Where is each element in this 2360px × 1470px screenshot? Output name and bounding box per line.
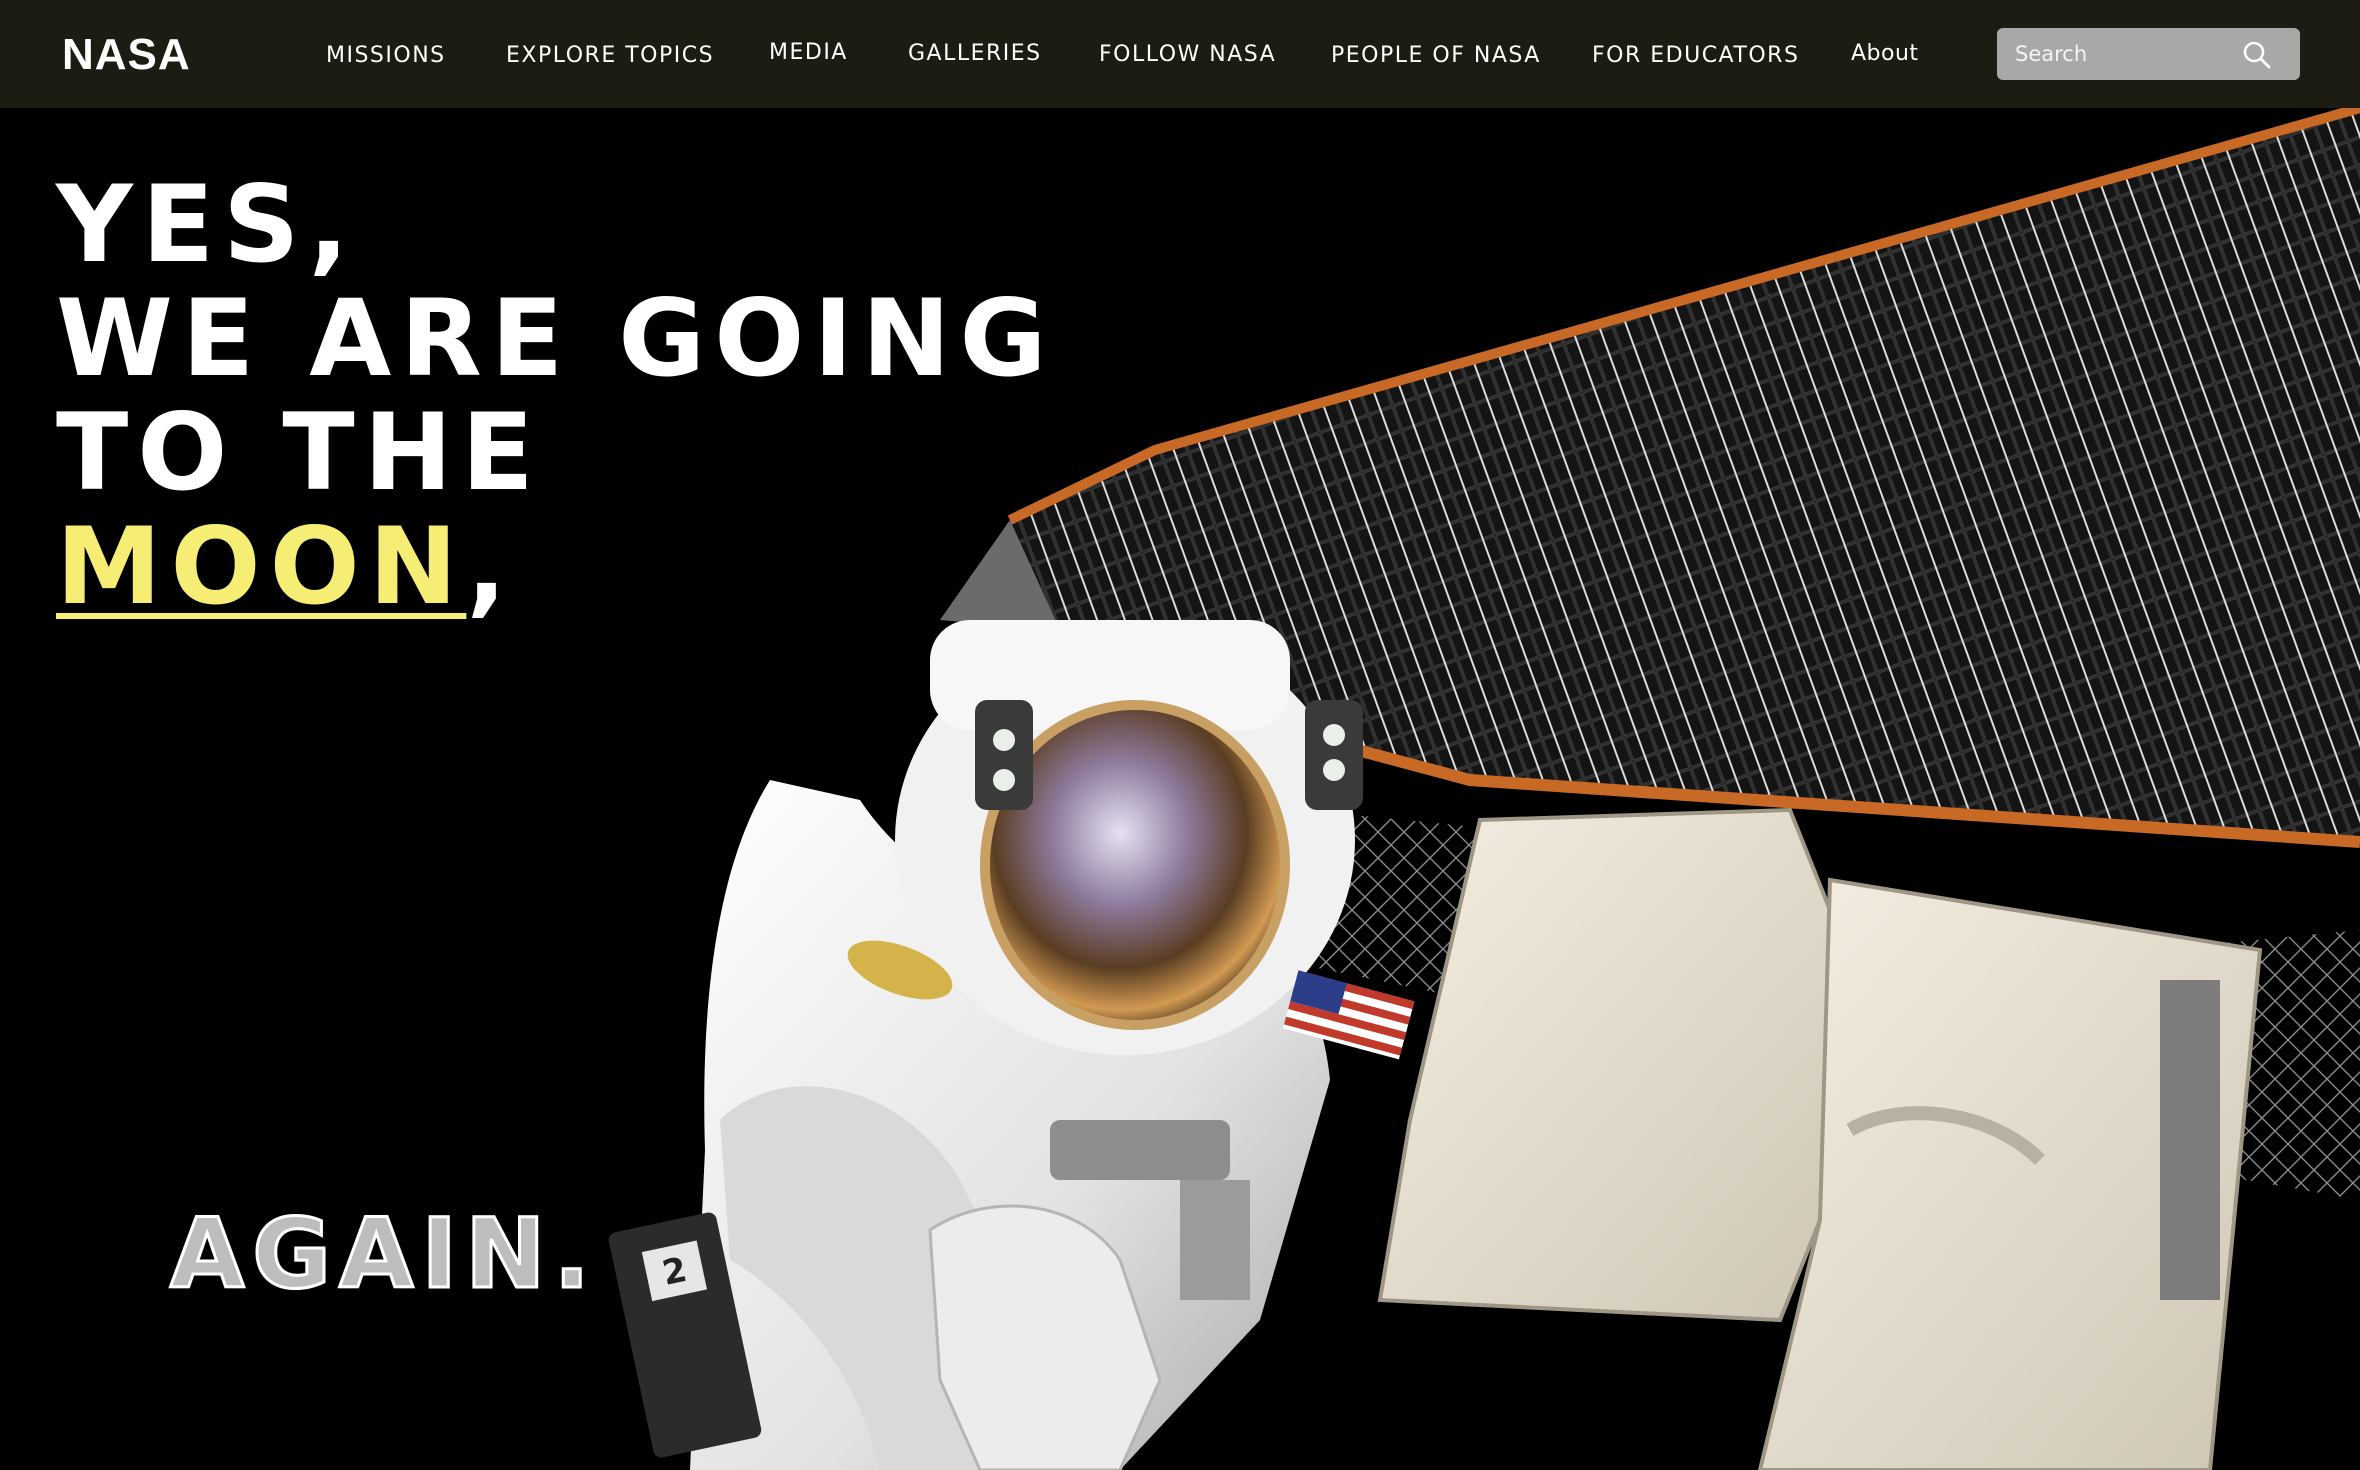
headline-line-yes: YES, (56, 163, 358, 286)
nav-people-of-nasa[interactable]: PEOPLE OF NASA (1331, 41, 1541, 71)
nav-follow-nasa[interactable]: FOLLOW NASA (1099, 40, 1276, 70)
nav-about[interactable]: About (1851, 39, 1919, 69)
nav-explore-topics[interactable]: EXPLORE TOPICS (506, 41, 714, 71)
nav-galleries[interactable]: GALLERIES (908, 39, 1042, 69)
nasa-logo[interactable]: NASA (62, 28, 191, 82)
search-input[interactable] (1997, 28, 2227, 80)
top-navigation-bar: NASA MISSIONS EXPLORE TOPICS MEDIA GALLE… (0, 0, 2360, 108)
headline-line-going: WE ARE GOING (56, 277, 1056, 400)
search-icon[interactable] (2242, 40, 2272, 70)
hero-section: 2 YES, WE ARE GOING TO THE MOON, AGAIN. (0, 108, 2360, 1470)
nav-for-educators[interactable]: FOR EDUCATORS (1592, 41, 1799, 71)
hero-headline: YES, WE ARE GOING TO THE MOON, (56, 168, 1055, 624)
headline-line-to-the: TO THE (56, 391, 543, 514)
moon-link[interactable]: MOON (56, 505, 466, 628)
hero-again-text: AGAIN. (169, 1197, 598, 1312)
headline-line-moon: MOON, (56, 510, 1055, 624)
search-box (1997, 28, 2300, 80)
nav-missions[interactable]: MISSIONS (326, 41, 446, 71)
nav-media[interactable]: MEDIA (769, 38, 848, 68)
headline-comma: , (466, 505, 516, 628)
